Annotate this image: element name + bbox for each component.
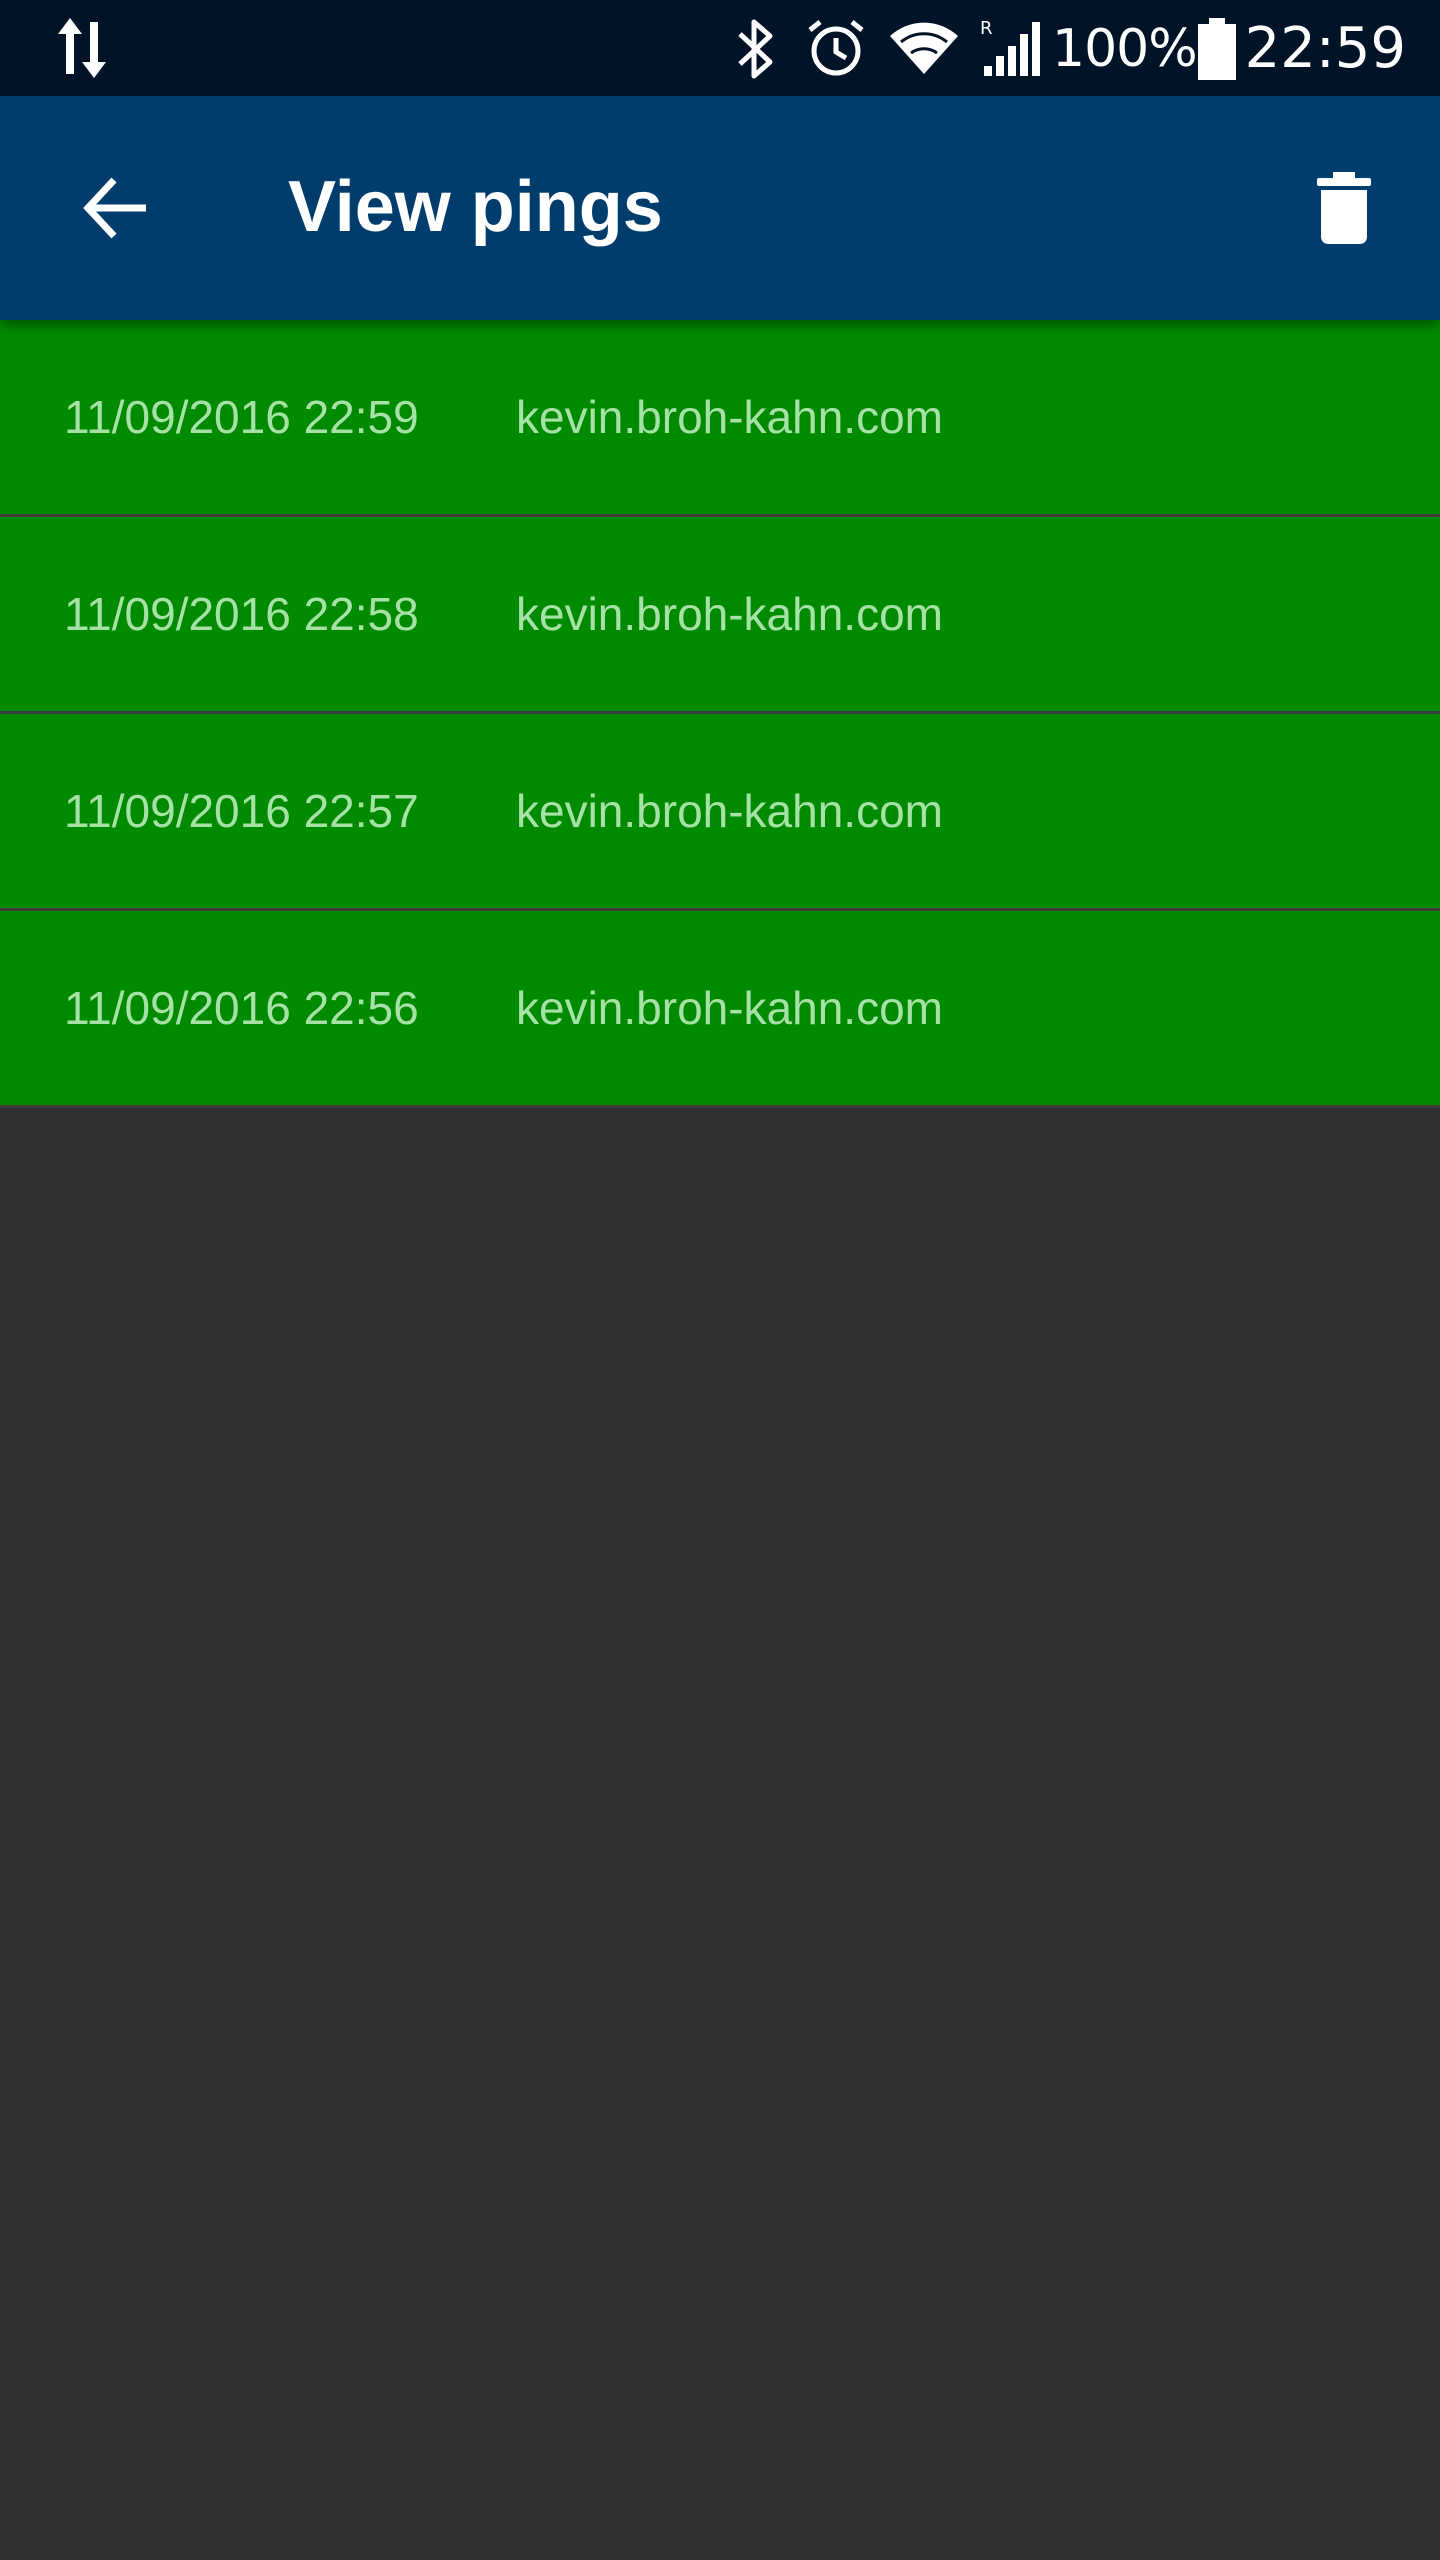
status-bar-time: 22:59 [1244, 16, 1406, 81]
roaming-indicator: R [980, 18, 993, 39]
ping-host: kevin.broh-kahn.com [516, 588, 943, 640]
data-transfer-icon [58, 18, 106, 78]
back-button[interactable] [56, 148, 176, 268]
ping-timestamp: 11/09/2016 22:57 [64, 785, 419, 837]
ping-timestamp: 11/09/2016 22:56 [64, 982, 419, 1034]
cell-signal-roaming-icon: R [980, 18, 1040, 76]
arrow-back-icon [83, 177, 146, 239]
battery-icon [1198, 18, 1236, 80]
status-bar: R 100% 22:59 [0, 0, 1440, 96]
list-item[interactable]: 11/09/2016 22:59 kevin.broh-kahn.com [0, 320, 1440, 517]
ping-timestamp: 11/09/2016 22:58 [64, 588, 419, 640]
list-item[interactable]: 11/09/2016 22:58 kevin.broh-kahn.com [0, 517, 1440, 714]
alarm-icon [808, 20, 864, 76]
trash-icon [1317, 172, 1371, 244]
delete-button[interactable] [1284, 148, 1404, 268]
ping-host: kevin.broh-kahn.com [516, 982, 943, 1034]
ping-timestamp: 11/09/2016 22:59 [64, 391, 419, 443]
ping-list: 11/09/2016 22:59 kevin.broh-kahn.com 11/… [0, 320, 1440, 1108]
ping-host: kevin.broh-kahn.com [516, 391, 943, 443]
ping-host: kevin.broh-kahn.com [516, 785, 943, 837]
bluetooth-icon [738, 19, 773, 79]
page-title: View pings [288, 167, 663, 247]
wifi-icon [890, 22, 958, 74]
list-item[interactable]: 11/09/2016 22:57 kevin.broh-kahn.com [0, 714, 1440, 911]
battery-percent: 100% [1052, 19, 1198, 79]
list-item[interactable]: 11/09/2016 22:56 kevin.broh-kahn.com [0, 911, 1440, 1108]
app-toolbar: View pings [0, 96, 1440, 320]
